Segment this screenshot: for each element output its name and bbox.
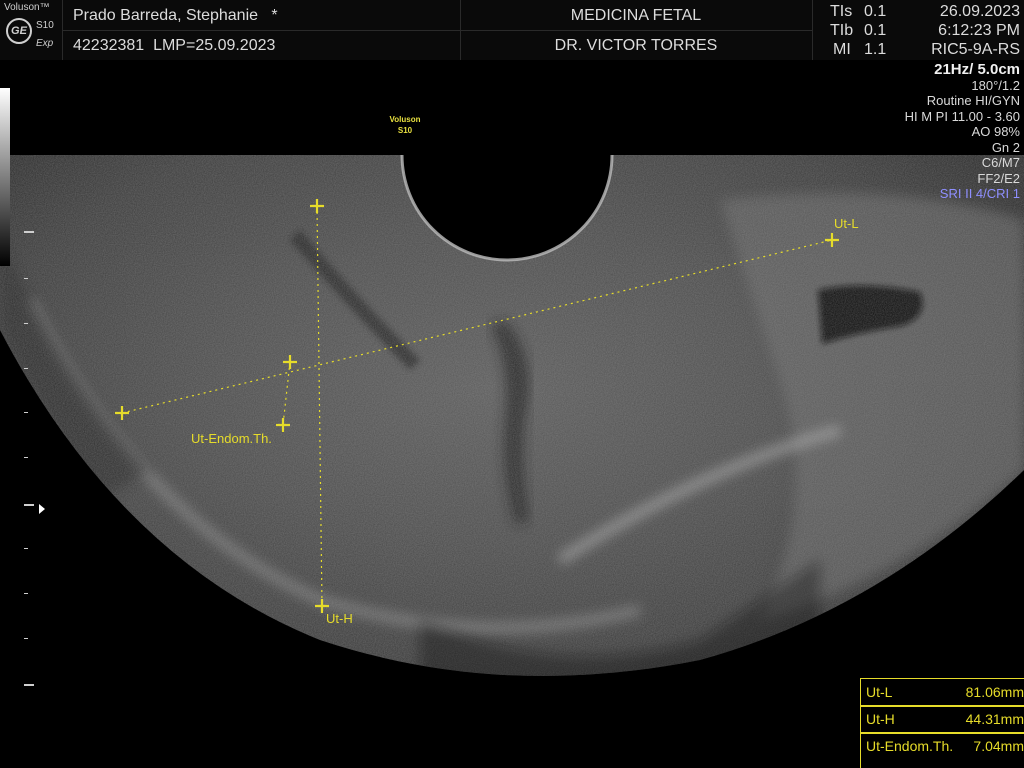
depth-marker — [24, 231, 34, 233]
patient-marker: * — [271, 7, 278, 24]
tis-label: TIs — [830, 3, 853, 20]
header-bar: Voluson™ GE S10 Exp Prado Barreda, Steph… — [0, 0, 1024, 60]
result-row: Ut-Endom.Th. 7.04mm — [861, 734, 1024, 758]
param-gain: Gn 2 — [991, 139, 1020, 155]
result-value: 44.31mm — [965, 711, 1024, 727]
depth-marker — [24, 323, 28, 324]
param-frame-rate-depth: 21Hz/ 5.0cm — [934, 61, 1020, 78]
depth-marker — [24, 638, 28, 639]
patient-id-row: 42232381 LMP=25.09.2023 — [73, 37, 275, 55]
tis-value: 0.1 — [864, 3, 887, 20]
param-harmonic: HI M PI 11.00 - 3.60 — [904, 108, 1020, 124]
doctor-name: DR. VICTOR TORRES — [554, 37, 718, 54]
param-preset: Routine HI/GYN — [926, 93, 1020, 108]
result-row: Ut-L 81.06mm — [861, 680, 1024, 704]
ultrasound-image — [0, 154, 1024, 676]
patient-id: 42232381 — [73, 37, 145, 54]
depth-marker — [24, 457, 28, 458]
tib-label: TIb — [830, 22, 854, 39]
header-hline — [62, 30, 812, 31]
depth-marker — [24, 684, 34, 686]
probe-name: RIC5-9A-RS — [931, 41, 1020, 58]
mi-value: 1.1 — [864, 41, 887, 58]
patient-name-row: Prado Barreda, Stephanie * — [73, 7, 278, 25]
brand-sub: Exp — [36, 38, 54, 49]
grayscale-bar — [0, 88, 10, 266]
result-value: 81.06mm — [965, 684, 1024, 700]
patient-name: Prado Barreda, Stephanie — [73, 7, 259, 24]
depth-marker — [24, 593, 28, 594]
measurement-results: Ut-L 81.06mm Ut-H 44.31mm Ut-Endom.Th. 7… — [860, 678, 1024, 768]
scan-parameters: 21Hz/ 5.0cm 180°/1.2 Routine HI/GYN HI M… — [905, 62, 1020, 202]
tib-value: 0.1 — [864, 22, 887, 39]
depth-marker — [24, 548, 28, 549]
brand-name: Voluson™ — [4, 2, 50, 13]
param-angle: 180°/1.2 — [971, 77, 1020, 93]
result-label: Ut-L — [866, 684, 893, 700]
param-filter: FF2/E2 — [977, 170, 1020, 186]
patient-lmp: LMP=25.09.2023 — [153, 37, 276, 54]
brand-block: Voluson™ GE S10 Exp — [4, 2, 60, 58]
depth-marker — [24, 412, 28, 413]
param-acoustic-output: AO 98% — [971, 124, 1020, 139]
brand-model: S10 — [36, 20, 54, 31]
focus-marker-icon — [39, 504, 45, 514]
param-map: C6/M7 — [981, 155, 1020, 170]
ut-l-label: Ut-L — [834, 216, 859, 231]
ut-h-label: Ut-H — [326, 611, 353, 626]
result-label: Ut-H — [866, 711, 895, 727]
ut-endom-label: Ut-Endom.Th. — [191, 431, 272, 446]
watermark-line2: S10 — [397, 126, 413, 135]
depth-marker — [24, 368, 28, 369]
exam-time: 6:12:23 PM — [938, 22, 1020, 39]
header-divider — [812, 0, 813, 60]
result-label: Ut-Endom.Th. — [866, 738, 954, 754]
exam-date: 26.09.2023 — [939, 3, 1020, 20]
result-row: Ut-H 44.31mm — [861, 707, 1024, 731]
ge-logo-icon: GE — [6, 18, 32, 44]
watermark-line1: Voluson — [389, 115, 421, 124]
param-sri: SRI II 4/CRI 1 — [939, 186, 1020, 201]
image-watermark: Voluson S10 — [380, 114, 430, 136]
depth-marker — [24, 278, 28, 279]
mi-label: MI — [833, 41, 851, 58]
institution-name: MEDICINA FETAL — [570, 7, 702, 24]
result-value: 7.04mm — [973, 738, 1024, 754]
depth-marker — [24, 504, 34, 506]
